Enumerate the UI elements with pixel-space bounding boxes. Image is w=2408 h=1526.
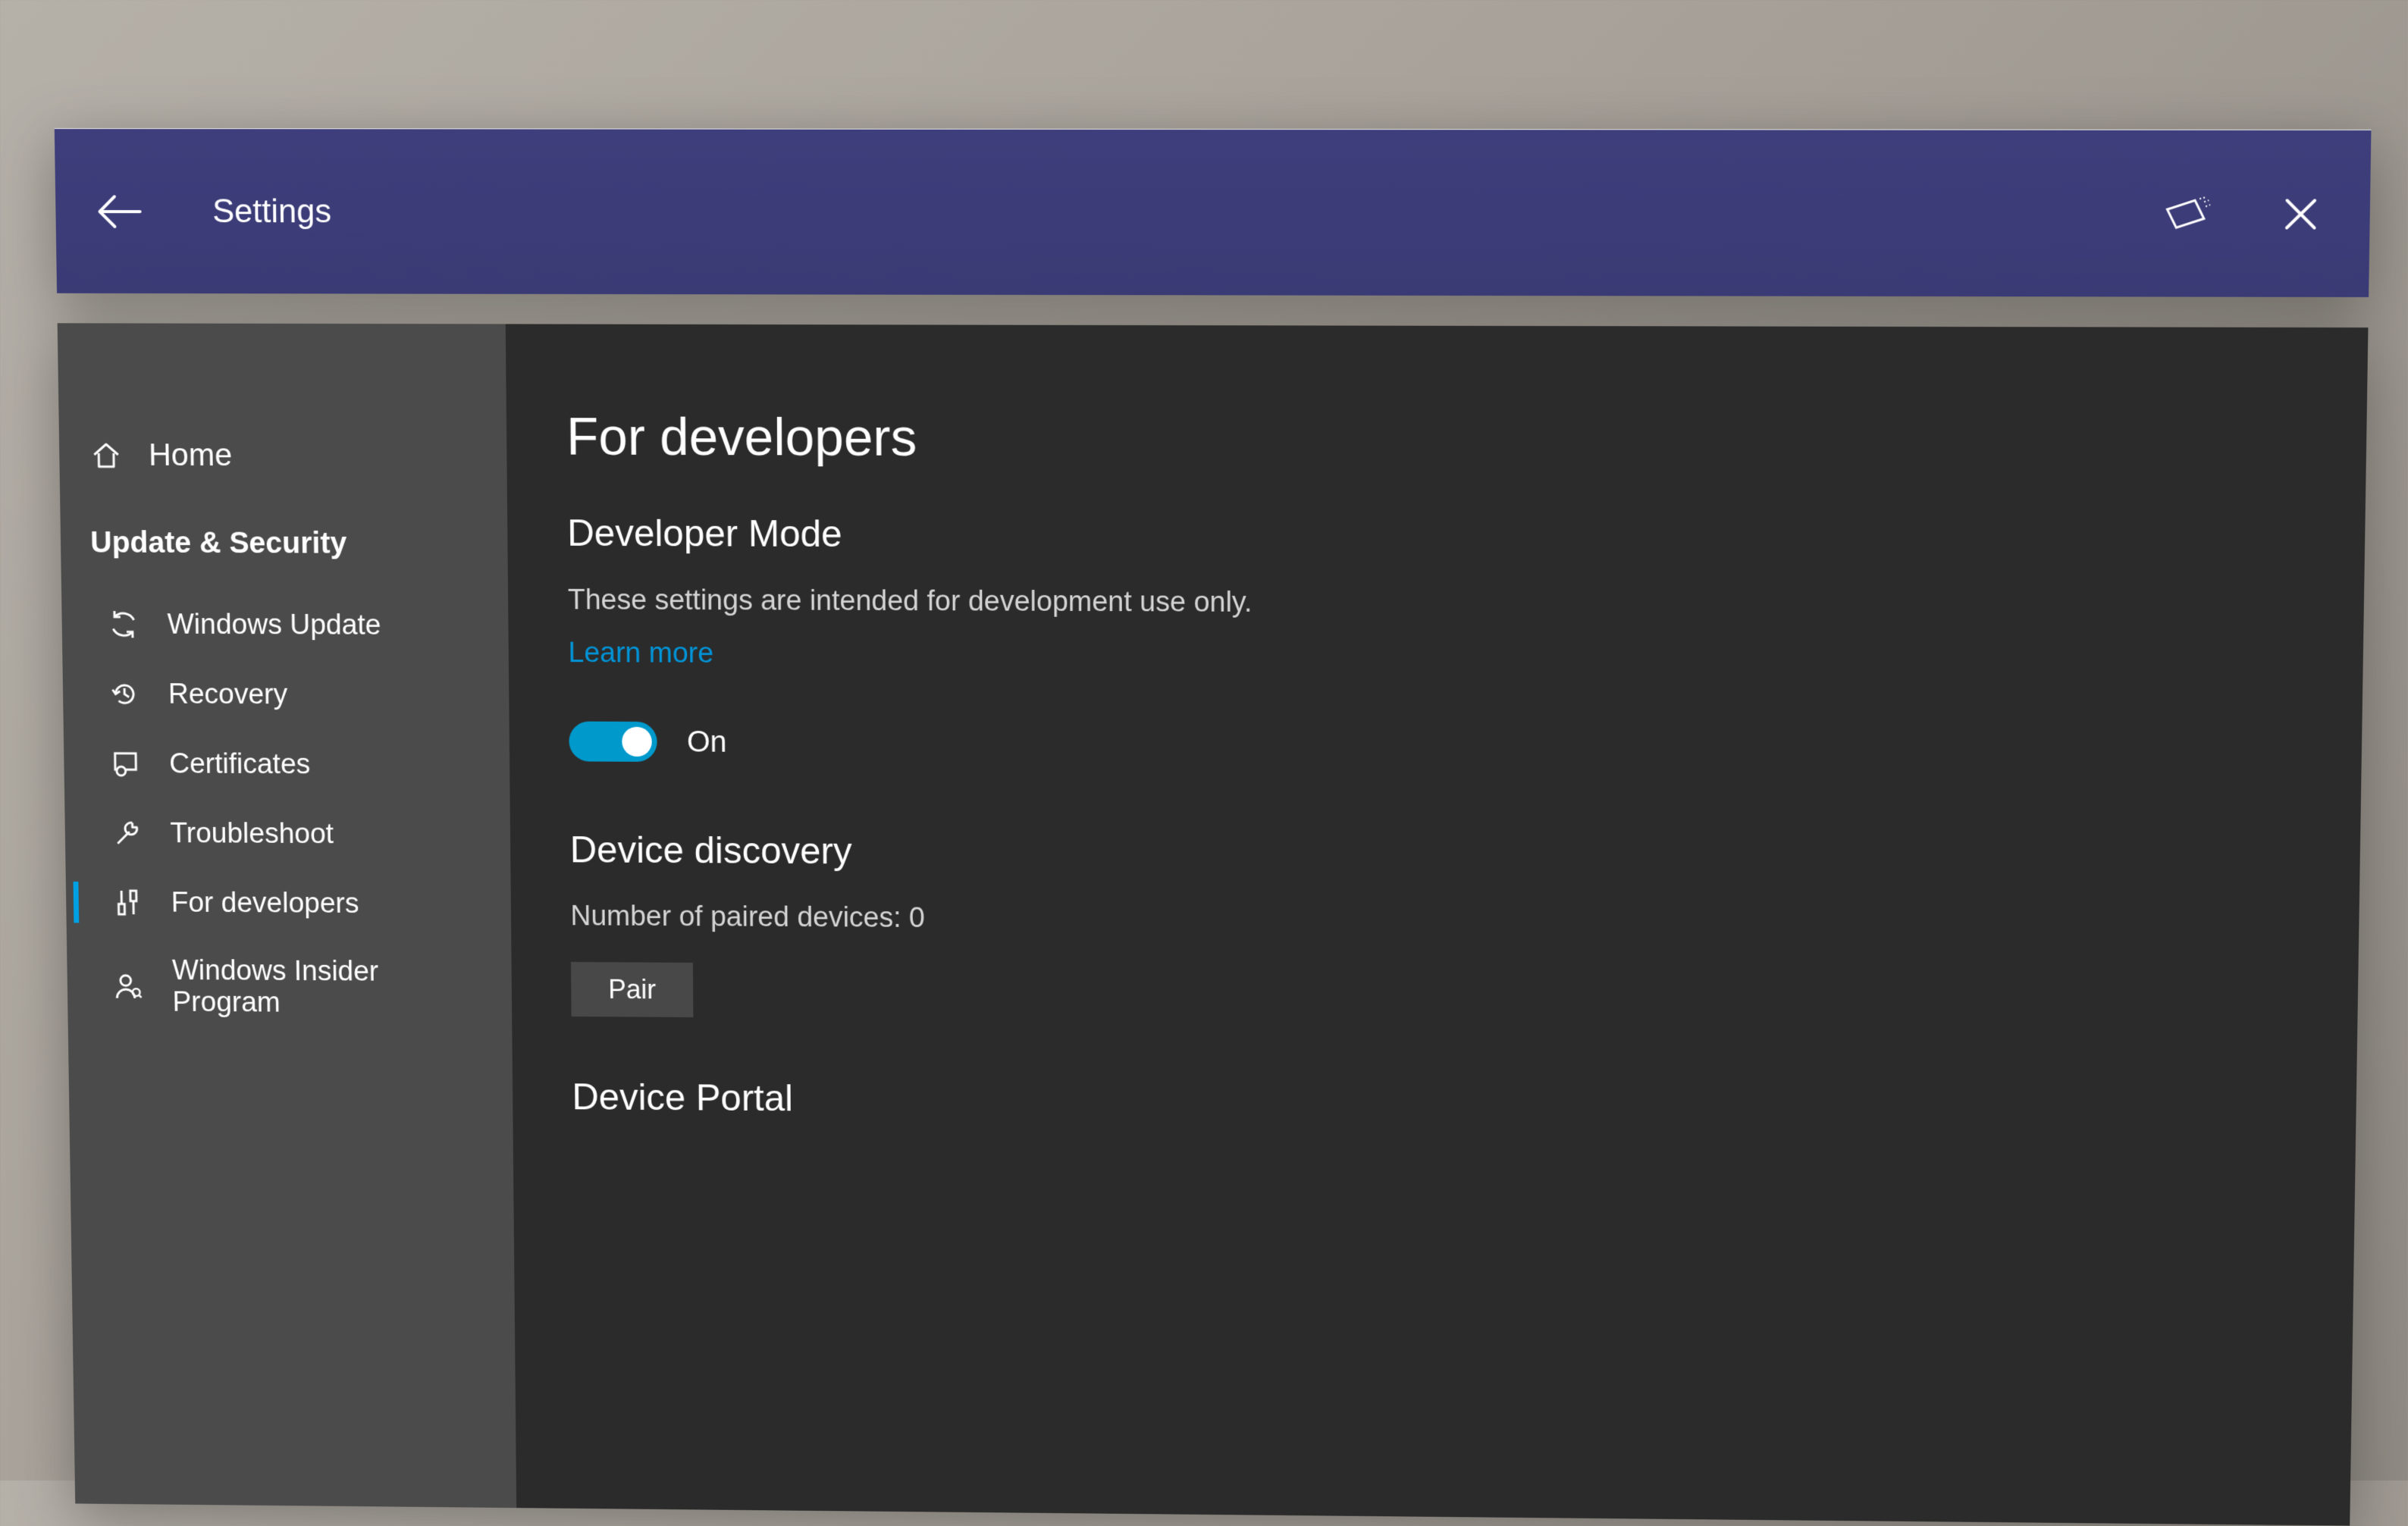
learn-more-link[interactable]: Learn more xyxy=(568,638,713,670)
developer-mode-description: These settings are intended for developm… xyxy=(568,584,2311,623)
developer-mode-toggle-label: On xyxy=(687,725,727,759)
sidebar-item-label: Windows Insider Program xyxy=(172,955,482,1020)
developer-mode-toggle[interactable] xyxy=(569,722,657,762)
developer-mode-heading: Developer Mode xyxy=(567,511,2312,560)
toggle-knob xyxy=(622,727,652,757)
sidebar-item-certificates[interactable]: Certificates xyxy=(64,729,510,801)
sidebar-home-label: Home xyxy=(149,437,233,473)
sync-icon xyxy=(106,607,141,641)
sidebar: Home Update & Security Windows Update Re… xyxy=(58,323,517,1508)
certificate-icon xyxy=(108,747,143,781)
sidebar-item-label: Certificates xyxy=(169,748,311,781)
app-title: Settings xyxy=(212,193,331,230)
close-button[interactable] xyxy=(2269,183,2331,244)
sidebar-item-recovery[interactable]: Recovery xyxy=(62,659,509,731)
wrench-icon xyxy=(109,816,144,851)
window-follow-icon xyxy=(2161,194,2210,233)
tools-icon xyxy=(110,885,145,920)
sidebar-item-troubleshoot[interactable]: Troubleshoot xyxy=(64,798,510,870)
settings-window: Settings Home Update & Security xyxy=(55,128,2372,1496)
home-icon xyxy=(89,437,124,472)
sidebar-item-windows-update[interactable]: Windows Update xyxy=(61,589,509,660)
sidebar-item-label: For developers xyxy=(171,887,359,920)
sidebar-home[interactable]: Home xyxy=(59,420,507,490)
developer-mode-toggle-row: On xyxy=(569,722,2309,770)
device-discovery-heading: Device discovery xyxy=(569,828,2306,880)
close-icon xyxy=(2282,196,2319,232)
sidebar-item-for-developers[interactable]: For developers xyxy=(66,867,512,939)
titlebar: Settings xyxy=(55,128,2372,297)
page-title: For developers xyxy=(566,406,2313,472)
sidebar-item-windows-insider[interactable]: Windows Insider Program xyxy=(67,937,513,1039)
sidebar-item-label: Recovery xyxy=(168,678,288,711)
arrow-left-icon xyxy=(96,193,142,230)
sidebar-item-label: Windows Update xyxy=(167,609,381,641)
history-icon xyxy=(107,677,142,711)
main-content: For developers Developer Mode These sett… xyxy=(506,324,2369,1525)
window-body: Home Update & Security Windows Update Re… xyxy=(58,323,2369,1525)
sidebar-section-title: Update & Security xyxy=(60,489,508,591)
sidebar-item-label: Troubleshoot xyxy=(170,817,334,850)
pair-button[interactable]: Pair xyxy=(571,962,693,1017)
follow-me-button[interactable] xyxy=(2155,183,2217,244)
person-icon xyxy=(111,970,146,1004)
paired-devices-text: Number of paired devices: 0 xyxy=(570,901,2306,942)
back-button[interactable] xyxy=(92,185,146,237)
